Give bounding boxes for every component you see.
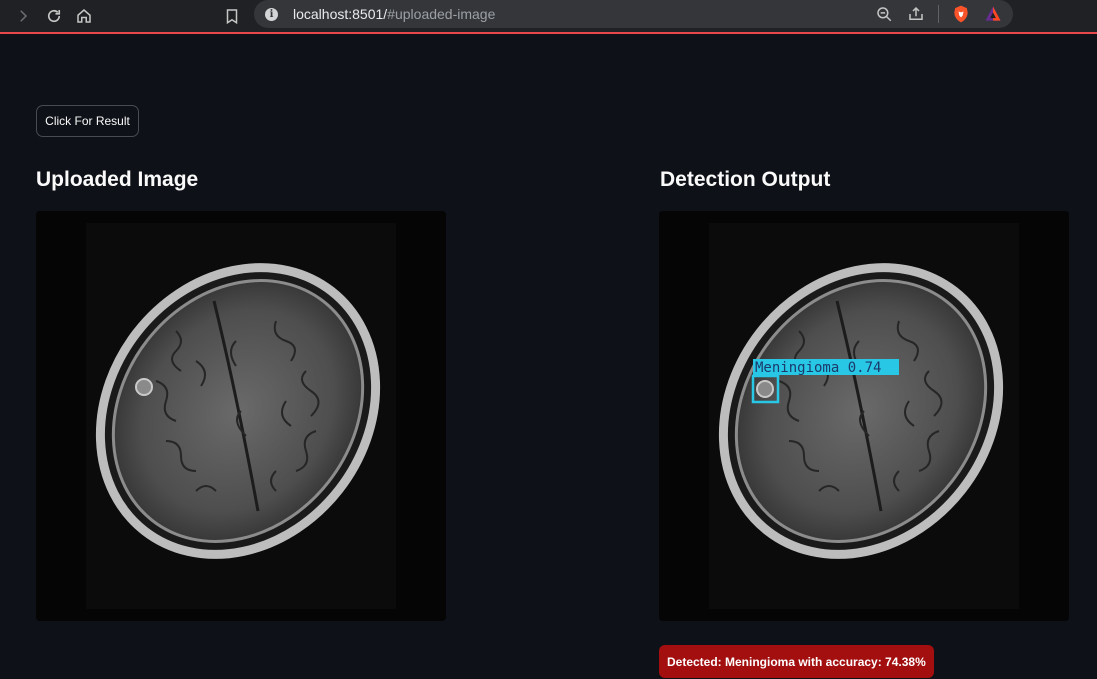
detection-result-badge: Detected: Meningioma with accuracy: 74.3…	[659, 645, 934, 678]
zoom-icon[interactable]	[874, 4, 894, 24]
reload-icon[interactable]	[41, 3, 67, 29]
detection-output-image: Meningioma 0.74	[659, 211, 1069, 621]
home-icon[interactable]	[71, 3, 97, 29]
brave-shield-icon[interactable]	[951, 4, 971, 24]
detection-label: Meningioma 0.74	[755, 360, 881, 376]
bookmark-icon[interactable]	[219, 3, 245, 29]
click-for-result-button[interactable]: Click For Result	[36, 105, 139, 137]
browser-toolbar: i localhost:8501/#uploaded-image	[0, 0, 1097, 34]
forward-icon[interactable]	[10, 3, 36, 29]
annotated-brain-mri-scan: Meningioma 0.74	[659, 211, 1069, 621]
url-path: #uploaded-image	[387, 6, 496, 22]
uploaded-mri-image	[36, 211, 446, 621]
detection-output-heading: Detection Output	[660, 168, 831, 191]
url-host: localhost:8501/	[293, 6, 388, 22]
site-info-icon[interactable]: i	[265, 7, 278, 21]
share-icon[interactable]	[906, 4, 926, 24]
url-text[interactable]: localhost:8501/#uploaded-image	[293, 6, 495, 22]
brave-rewards-icon[interactable]	[983, 4, 1003, 24]
address-bar[interactable]: i localhost:8501/#uploaded-image	[254, 0, 1013, 28]
toolbar-separator	[938, 5, 939, 23]
uploaded-image-heading: Uploaded Image	[36, 168, 199, 191]
brain-mri-scan	[36, 211, 446, 621]
